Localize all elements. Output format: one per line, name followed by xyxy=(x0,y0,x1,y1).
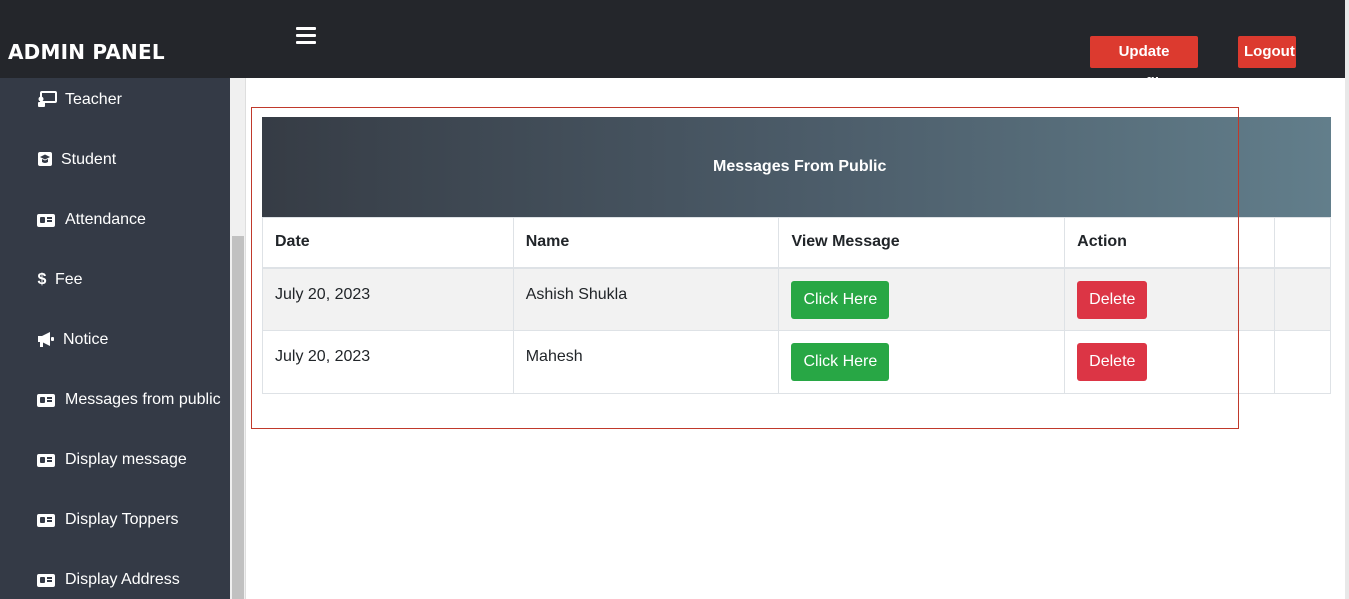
sidebar-item-display-message[interactable]: Display message xyxy=(37,448,187,472)
cell-view: Click Here xyxy=(778,267,1066,331)
sidebar-item-fee[interactable]: $ Fee xyxy=(37,268,83,292)
id-card-icon xyxy=(37,453,55,467)
sidebar-item-label: Fee xyxy=(55,271,83,288)
graduation-cap-icon xyxy=(37,151,53,170)
sidebar-item-display-address[interactable]: Display Address xyxy=(37,568,180,592)
megaphone-icon xyxy=(37,331,55,350)
sidebar-item-label: Teacher xyxy=(65,91,122,108)
cell-action: Delete xyxy=(1064,267,1275,331)
cell-empty xyxy=(1274,267,1331,331)
menu-toggle-icon[interactable] xyxy=(296,27,316,45)
teacher-board-icon xyxy=(37,90,57,110)
cell-date: July 20, 2023 xyxy=(262,267,514,331)
update-profile-button[interactable]: Update Profile xyxy=(1090,36,1198,92)
sidebar-item-notice[interactable]: Notice xyxy=(37,328,108,352)
id-card-icon xyxy=(37,513,55,527)
cell-view: Click Here xyxy=(778,330,1066,394)
panel-title: Messages From Public xyxy=(713,158,887,175)
cell-name: Mahesh xyxy=(512,330,780,394)
messages-table: Date Name View Message Action July 20, 2… xyxy=(262,217,1331,394)
sidebar-item-label: Display message xyxy=(65,451,187,468)
logout-button[interactable]: Logout xyxy=(1238,36,1296,68)
brand-title: ADMIN PANEL xyxy=(8,40,165,64)
sidebar-item-attendance[interactable]: Attendance xyxy=(37,208,146,232)
table-header-row: Date Name View Message Action xyxy=(262,217,1331,269)
sidebar-scrollbar[interactable] xyxy=(230,78,246,599)
column-header-empty xyxy=(1274,217,1331,269)
delete-button[interactable]: Delete xyxy=(1077,280,1148,319)
column-header-date: Date xyxy=(262,217,514,269)
sidebar-item-messages-from-public[interactable]: Messages from public xyxy=(37,388,221,412)
scrollbar-thumb[interactable] xyxy=(232,236,244,599)
id-card-icon xyxy=(37,213,55,227)
delete-button[interactable]: Delete xyxy=(1077,343,1148,381)
id-card-icon xyxy=(37,393,55,407)
cell-empty xyxy=(1274,330,1331,394)
click-here-button[interactable]: Click Here xyxy=(791,343,890,381)
sidebar-item-label: Student xyxy=(61,151,117,168)
column-header-action: Action xyxy=(1064,217,1275,269)
click-here-button[interactable]: Click Here xyxy=(791,280,890,319)
sidebar-item-label: Display Toppers xyxy=(65,511,179,528)
cell-action: Delete xyxy=(1064,330,1275,394)
column-header-view-message: View Message xyxy=(778,217,1066,269)
table-row: July 20, 2023 Ashish Shukla Click Here D… xyxy=(262,267,1331,331)
cell-name: Ashish Shukla xyxy=(512,267,780,331)
id-card-icon xyxy=(37,573,55,587)
dollar-icon: $ xyxy=(37,271,47,288)
sidebar-item-label: Notice xyxy=(63,331,109,348)
sidebar: Teacher Student Attendance $ Fee Notice … xyxy=(0,78,230,599)
sidebar-item-label: Display Address xyxy=(65,571,180,588)
sidebar-item-label: Attendance xyxy=(65,211,146,228)
panel-header: Messages From Public xyxy=(262,117,1331,217)
sidebar-item-display-toppers[interactable]: Display Toppers xyxy=(37,508,179,532)
table-row: July 20, 2023 Mahesh Click Here Delete xyxy=(262,330,1331,394)
sidebar-item-label: Messages from public xyxy=(65,391,221,408)
column-header-name: Name xyxy=(512,217,780,269)
sidebar-item-teacher[interactable]: Teacher xyxy=(37,88,122,112)
cell-date: July 20, 2023 xyxy=(262,330,514,394)
sidebar-item-student[interactable]: Student xyxy=(37,148,116,172)
page-scrollbar[interactable] xyxy=(1345,0,1349,599)
top-navbar: ADMIN PANEL Update Profile Logout xyxy=(0,0,1349,92)
